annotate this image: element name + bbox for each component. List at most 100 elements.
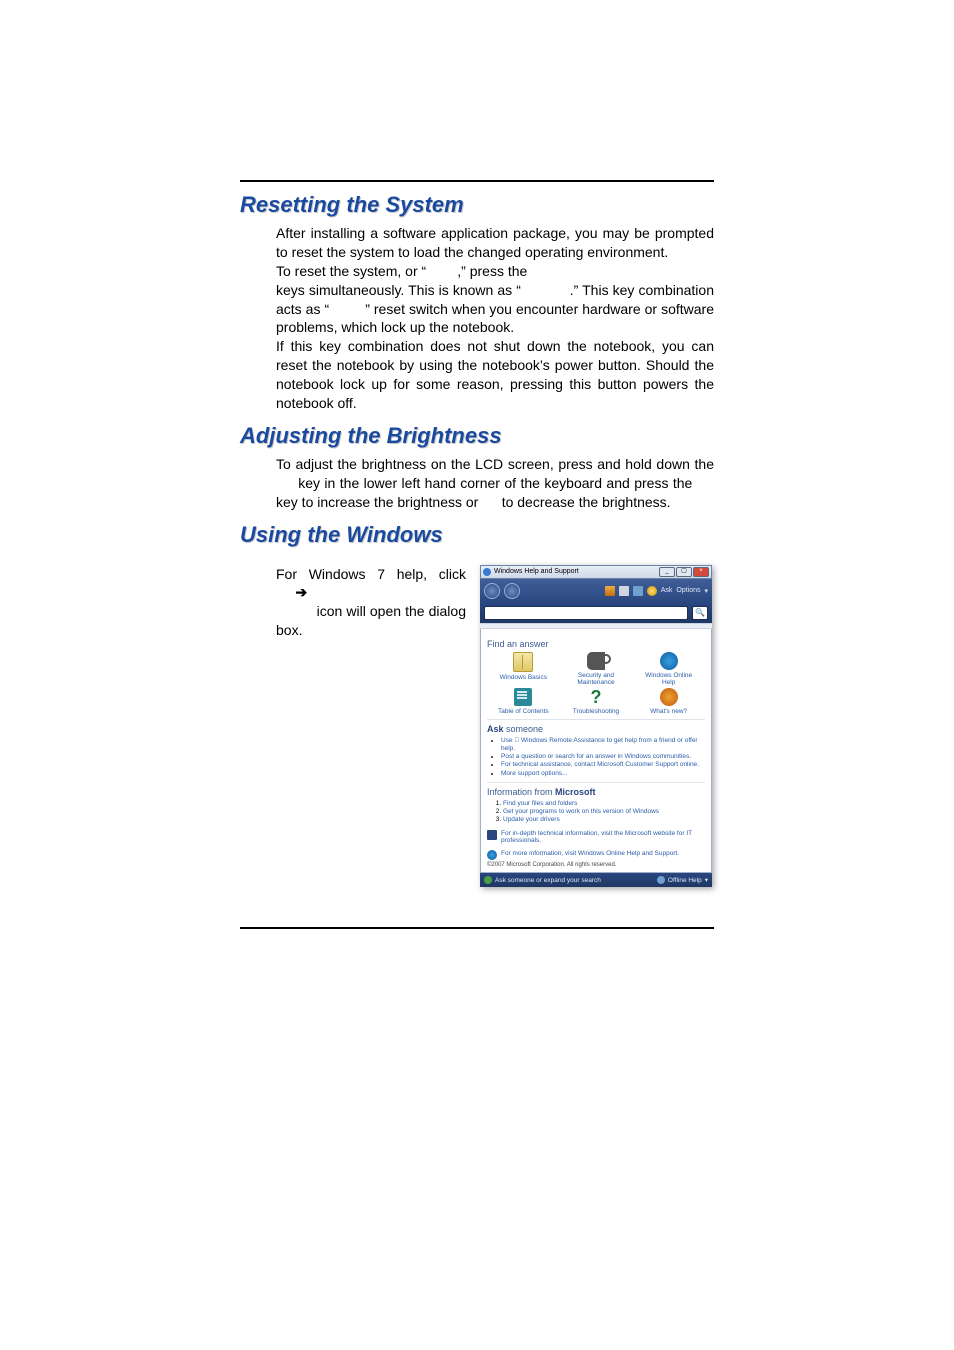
heading-brightness: Adjusting the Brightness bbox=[240, 423, 714, 449]
link-text[interactable]: Get your programs to work on this versio… bbox=[503, 808, 659, 815]
top-rule bbox=[240, 180, 714, 182]
window-title: Windows Help and Support bbox=[494, 568, 579, 575]
resetting-p4: If this key combination does not shut do… bbox=[276, 338, 714, 411]
forward-button[interactable] bbox=[504, 583, 520, 599]
info-ms-a: Information from bbox=[487, 787, 555, 797]
tile-label: Windows Basics bbox=[493, 674, 553, 681]
ask-someone-heading: Ask Ask someonesomeone bbox=[487, 724, 705, 734]
key-icon bbox=[587, 652, 605, 670]
brightness-p1a: To adjust the brightness on the LCD scre… bbox=[276, 456, 714, 472]
status-left-text[interactable]: Ask someone or expand your search bbox=[495, 877, 601, 884]
windows-p1a: For Windows 7 help, click bbox=[276, 566, 466, 582]
footer-note-1: For in-depth technical information, visi… bbox=[487, 830, 705, 844]
tile-label: Table of Contents bbox=[493, 708, 553, 715]
resetting-body: After installing a software application … bbox=[240, 224, 714, 413]
heading-resetting: Resetting the System bbox=[240, 192, 714, 218]
list-item: Get your programs to work on this versio… bbox=[503, 808, 705, 816]
info-ms-b: Microsoft bbox=[555, 787, 596, 797]
brightness-p1d: to decrease the brightness. bbox=[502, 494, 671, 510]
windows-p1b: icon will open the dialog box. bbox=[276, 603, 466, 638]
help-content: Find an answer Windows Basics Security a… bbox=[480, 629, 712, 873]
brightness-p1b: key in the lower left hand corner of the… bbox=[298, 475, 692, 491]
divider bbox=[487, 782, 705, 783]
print-icon[interactable] bbox=[619, 586, 629, 596]
offline-icon bbox=[657, 876, 665, 884]
tile-security-maintenance[interactable]: Security and Maintenance bbox=[566, 652, 626, 686]
tile-troubleshooting[interactable]: ? Troubleshooting bbox=[566, 688, 626, 715]
back-button[interactable] bbox=[484, 583, 500, 599]
globe-icon bbox=[487, 850, 497, 860]
browse-icon[interactable] bbox=[633, 586, 643, 596]
list-item: For technical assistance, contact Micros… bbox=[501, 761, 705, 769]
tile-label: Security and Maintenance bbox=[566, 672, 626, 686]
link-text[interactable]: More support options... bbox=[501, 770, 567, 777]
question-icon: ? bbox=[587, 688, 605, 706]
search-button[interactable]: 🔍 bbox=[692, 606, 708, 620]
arrow-icon: ➔ bbox=[295, 584, 307, 600]
status-right-text[interactable]: Offline Help bbox=[668, 877, 702, 884]
link-text[interactable]: Use  Windows Remote Assistance to get h… bbox=[501, 737, 698, 752]
tablet-icon bbox=[487, 830, 497, 840]
window-titlebar: Windows Help and Support _ ▢ × bbox=[480, 565, 712, 579]
tile-online-help[interactable]: Windows Online Help bbox=[639, 652, 699, 686]
resetting-p1: After installing a software application … bbox=[276, 225, 714, 260]
resetting-p2a: To reset the system, or “ bbox=[276, 263, 426, 279]
options-chevron-icon[interactable]: ▾ bbox=[704, 587, 708, 595]
list-item: Update your drivers bbox=[503, 816, 705, 824]
link-text[interactable]: For technical assistance, contact Micros… bbox=[501, 761, 699, 768]
windows-help-text: For Windows 7 help, click ➔ icon will op… bbox=[276, 565, 466, 641]
status-bar: Ask someone or expand your search Offlin… bbox=[480, 873, 712, 887]
minimize-button[interactable]: _ bbox=[659, 567, 675, 577]
list-item: More support options... bbox=[501, 770, 705, 778]
list-item: Post a question or search for an answer … bbox=[501, 753, 705, 761]
windows-help-row: For Windows 7 help, click ➔ icon will op… bbox=[240, 565, 714, 887]
book-icon bbox=[513, 652, 533, 672]
tile-row-2: Table of Contents ? Troubleshooting What… bbox=[487, 688, 705, 715]
resetting-p2b: ,” press the bbox=[457, 263, 527, 279]
search-input[interactable] bbox=[484, 606, 688, 620]
list-item: Use  Windows Remote Assistance to get h… bbox=[501, 737, 705, 753]
tile-whats-new[interactable]: What's new? bbox=[639, 688, 699, 715]
ask-label[interactable]: Ask bbox=[661, 587, 673, 594]
divider bbox=[487, 719, 705, 720]
list-item: Find your files and folders bbox=[503, 800, 705, 808]
person-icon bbox=[484, 876, 492, 884]
help-screenshot: Windows Help and Support _ ▢ × Ask Optio… bbox=[480, 565, 712, 887]
bottom-rule bbox=[240, 927, 714, 929]
find-answer-text: Find an answer bbox=[487, 639, 549, 649]
tile-table-of-contents[interactable]: Table of Contents bbox=[493, 688, 553, 715]
options-label[interactable]: Options bbox=[676, 587, 700, 594]
tile-label: Troubleshooting bbox=[566, 708, 626, 715]
toolbar: Ask Options ▾ bbox=[480, 579, 712, 603]
toc-icon bbox=[514, 688, 532, 706]
link-text[interactable]: Find your files and folders bbox=[503, 800, 577, 807]
globe-icon bbox=[660, 652, 678, 670]
footer-note-2: For more information, visit Windows Onli… bbox=[487, 850, 705, 860]
search-bar: 🔍 bbox=[480, 603, 712, 623]
tile-windows-basics[interactable]: Windows Basics bbox=[493, 652, 553, 686]
brightness-body: To adjust the brightness on the LCD scre… bbox=[240, 455, 714, 512]
ask-someone-list: Use  Windows Remote Assistance to get h… bbox=[493, 737, 705, 778]
resetting-p3a: keys simultaneously. This is known as “ bbox=[276, 282, 521, 298]
copyright-text: ©2007 Microsoft Corporation. All rights … bbox=[487, 862, 705, 868]
resetting-p3c: ” reset switch when you encounter hardwa… bbox=[276, 301, 714, 336]
new-icon bbox=[660, 688, 678, 706]
chevron-down-icon[interactable]: ▾ bbox=[705, 876, 708, 884]
ask-help-icon[interactable] bbox=[647, 586, 657, 596]
link-text[interactable]: Update your drivers bbox=[503, 816, 560, 823]
ask-someone-text: someone bbox=[506, 724, 543, 734]
info-microsoft-list: Find your files and folders Get your pro… bbox=[493, 800, 705, 824]
link-text[interactable]: For in-depth technical information, visi… bbox=[501, 830, 692, 844]
close-button[interactable]: × bbox=[693, 567, 709, 577]
brightness-p1c: key to increase the brightness or bbox=[276, 494, 478, 510]
home-icon[interactable] bbox=[605, 586, 615, 596]
link-text[interactable]: Post a question or search for an answer … bbox=[501, 753, 691, 760]
link-text[interactable]: For more information, visit Windows Onli… bbox=[501, 850, 679, 857]
heading-windows: Using the Windows bbox=[240, 522, 714, 548]
find-answer-heading: Find an answer bbox=[487, 639, 705, 649]
maximize-button[interactable]: ▢ bbox=[676, 567, 692, 577]
tile-row-1: Windows Basics Security and Maintenance … bbox=[487, 652, 705, 686]
tile-label: What's new? bbox=[639, 708, 699, 715]
help-icon bbox=[483, 568, 491, 576]
tile-label: Windows Online Help bbox=[639, 672, 699, 686]
